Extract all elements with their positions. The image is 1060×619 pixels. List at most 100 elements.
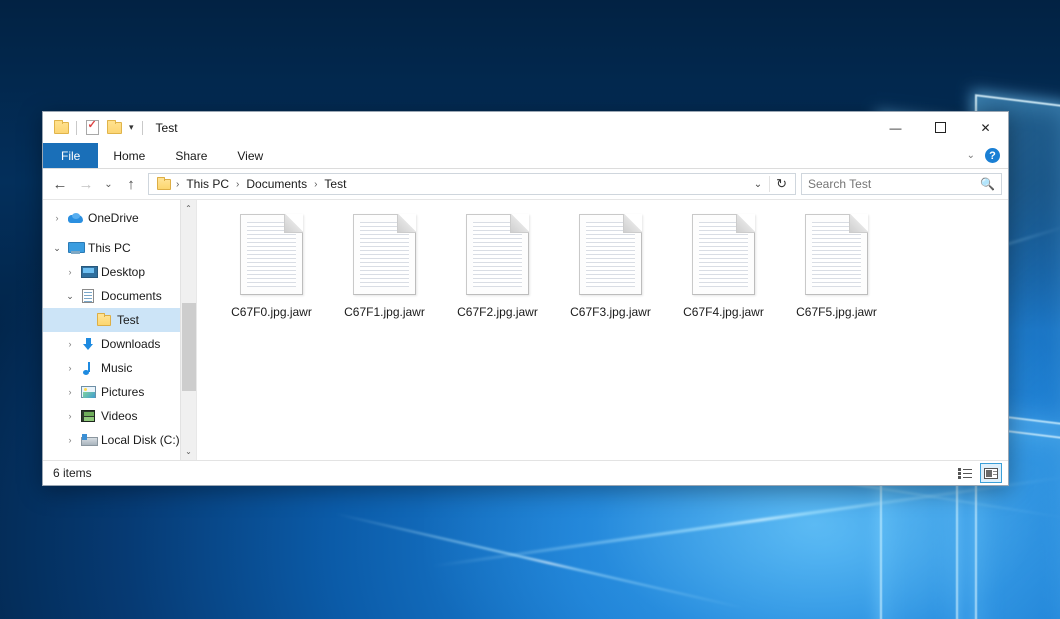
tab-file[interactable]: File <box>43 143 98 168</box>
sidebar-item-this-pc[interactable]: ⌄ This PC <box>43 236 196 260</box>
details-view-icon <box>958 468 972 479</box>
status-bar: 6 items <box>43 460 1008 485</box>
large-icons-view-button[interactable] <box>980 463 1002 483</box>
forward-button[interactable]: → <box>73 172 99 196</box>
sidebar-item-label: Desktop <box>98 265 145 279</box>
documents-icon <box>78 289 98 303</box>
list-item[interactable]: C67F5.jpg.jawr <box>780 214 893 319</box>
chevron-right-icon[interactable]: › <box>62 267 78 277</box>
sidebar-item-label: Downloads <box>98 337 160 351</box>
desktop: ▾ Test — ✕ File Home Share View ⌄ ? <box>0 0 1060 619</box>
generic-document-icon <box>579 214 642 295</box>
search-input[interactable] <box>808 177 980 191</box>
title-bar: ▾ Test — ✕ <box>43 112 1008 143</box>
chevron-right-icon[interactable]: › <box>62 411 78 421</box>
chevron-right-icon[interactable]: › <box>49 213 65 223</box>
chevron-down-icon[interactable]: ▾ <box>125 122 138 133</box>
maximize-button[interactable] <box>918 112 963 143</box>
address-bar[interactable]: › This PC › Documents › Test ⌄ ↻ <box>148 173 796 195</box>
scroll-up-arrow[interactable]: ⌃ <box>181 200 197 217</box>
chevron-right-icon[interactable]: › <box>62 339 78 349</box>
refresh-icon[interactable]: ↻ <box>769 176 793 192</box>
list-item[interactable]: C67F1.jpg.jawr <box>328 214 441 319</box>
navigation-pane: › OneDrive ⌄ This PC › Desktop <box>43 200 197 460</box>
chevron-down-icon[interactable]: ⌄ <box>49 243 65 254</box>
window-body: › OneDrive ⌄ This PC › Desktop <box>43 199 1008 460</box>
navigation-tree: › OneDrive ⌄ This PC › Desktop <box>43 200 196 452</box>
breadcrumb-separator: › <box>231 179 244 190</box>
sidebar-item-downloads[interactable]: › Downloads <box>43 332 196 356</box>
chevron-right-icon[interactable]: › <box>62 387 78 397</box>
disk-icon <box>78 434 98 446</box>
sidebar-item-label: This PC <box>85 241 131 255</box>
chevron-right-icon[interactable]: › <box>62 435 78 445</box>
up-button[interactable]: ↑ <box>118 172 144 196</box>
file-name: C67F5.jpg.jawr <box>796 305 877 319</box>
search-icon[interactable]: 🔍 <box>980 177 995 191</box>
help-icon[interactable]: ? <box>985 148 1000 163</box>
minimize-button[interactable]: — <box>873 112 918 143</box>
list-item[interactable]: C67F0.jpg.jawr <box>215 214 328 319</box>
folder-icon[interactable] <box>50 117 72 139</box>
large-icons-view-icon <box>984 468 998 479</box>
sidebar-item-desktop[interactable]: › Desktop <box>43 260 196 284</box>
list-item[interactable]: C67F2.jpg.jawr <box>441 214 554 319</box>
chevron-down-icon[interactable]: ⌄ <box>747 179 769 190</box>
folder-icon <box>157 179 171 190</box>
new-folder-icon[interactable] <box>103 117 125 139</box>
file-name: C67F3.jpg.jawr <box>570 305 651 319</box>
sidebar-item-videos[interactable]: › Videos <box>43 404 196 428</box>
sidebar-item-onedrive[interactable]: › OneDrive <box>43 206 196 230</box>
close-button[interactable]: ✕ <box>963 112 1008 143</box>
breadcrumb-separator: › <box>309 179 322 190</box>
properties-icon[interactable] <box>81 117 103 139</box>
scroll-down-arrow[interactable]: ⌄ <box>181 443 197 460</box>
file-grid: C67F0.jpg.jawr C67F1.jpg.jawr C67F2.jpg.… <box>215 214 1008 319</box>
breadcrumb-this-pc[interactable]: This PC <box>184 177 231 191</box>
sidebar-item-test[interactable]: Test <box>43 308 196 332</box>
tab-home[interactable]: Home <box>98 143 160 168</box>
generic-document-icon <box>805 214 868 295</box>
sidebar-item-local-disk[interactable]: › Local Disk (C:) <box>43 428 196 452</box>
item-count-label: 6 items <box>53 466 92 480</box>
file-name: C67F2.jpg.jawr <box>457 305 538 319</box>
scrollbar-thumb[interactable] <box>182 303 196 391</box>
back-button[interactable]: ← <box>47 172 73 196</box>
quick-access-toolbar: ▾ <box>50 117 147 139</box>
sidebar-item-label: Local Disk (C:) <box>98 433 180 447</box>
videos-icon <box>78 410 98 422</box>
generic-document-icon <box>466 214 529 295</box>
file-list-pane[interactable]: C67F0.jpg.jawr C67F1.jpg.jawr C67F2.jpg.… <box>197 200 1008 460</box>
chevron-right-icon[interactable]: › <box>62 363 78 373</box>
search-box[interactable]: 🔍 <box>801 173 1002 195</box>
sidebar-item-documents[interactable]: ⌄ Documents <box>43 284 196 308</box>
generic-document-icon <box>240 214 303 295</box>
sidebar-item-label: Music <box>98 361 132 375</box>
tab-share[interactable]: Share <box>160 143 222 168</box>
ribbon-tab-bar: File Home Share View ⌄ ? <box>43 143 1008 169</box>
chevron-down-icon[interactable]: ⌄ <box>963 150 979 161</box>
sidebar-item-music[interactable]: › Music <box>43 356 196 380</box>
sidebar-item-pictures[interactable]: › Pictures <box>43 380 196 404</box>
breadcrumb: › This PC › Documents › Test <box>154 177 348 191</box>
divider <box>142 121 143 135</box>
pictures-icon <box>78 386 98 398</box>
music-icon <box>78 362 98 375</box>
breadcrumb-test[interactable]: Test <box>322 177 348 191</box>
breadcrumb-documents[interactable]: Documents <box>244 177 309 191</box>
tab-view[interactable]: View <box>222 143 278 168</box>
list-item[interactable]: C67F4.jpg.jawr <box>667 214 780 319</box>
window-controls: — ✕ <box>873 112 1008 143</box>
list-item[interactable]: C67F3.jpg.jawr <box>554 214 667 319</box>
sidebar-item-label: Documents <box>98 289 162 303</box>
ribbon-right-controls: ⌄ ? <box>963 143 1008 168</box>
sidebar-item-label: OneDrive <box>85 211 139 225</box>
breadcrumb-separator: › <box>171 179 184 190</box>
chevron-down-icon[interactable]: ⌄ <box>62 291 78 302</box>
details-view-button[interactable] <box>954 463 976 483</box>
scrollbar-track[interactable] <box>181 217 197 443</box>
folder-icon <box>94 315 114 326</box>
recent-locations-icon[interactable]: ⌄ <box>99 172 118 196</box>
navigation-scrollbar[interactable]: ⌃ ⌄ <box>180 200 196 460</box>
file-name: C67F1.jpg.jawr <box>344 305 425 319</box>
